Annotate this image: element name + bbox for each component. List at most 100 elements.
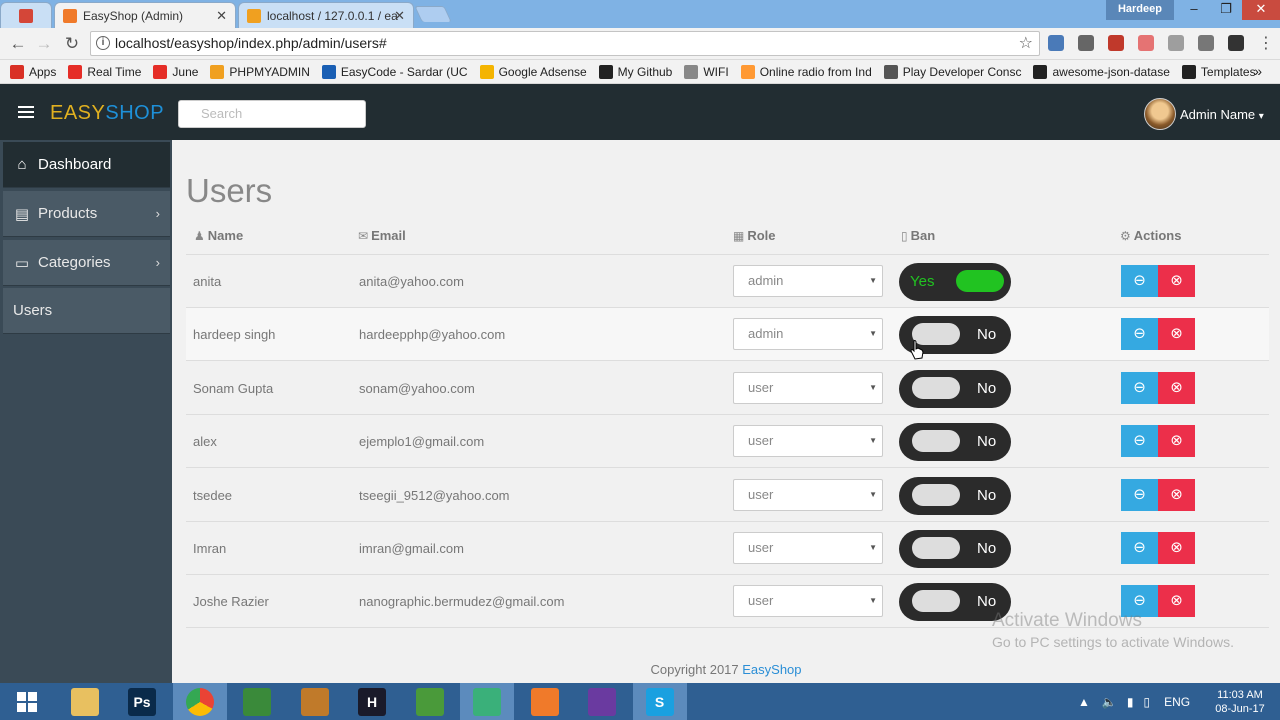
battery-icon[interactable]: ▯ [1143,695,1150,709]
ban-toggle[interactable]: No [899,530,1011,568]
taskbar-app[interactable] [460,683,514,720]
bookmark-item[interactable]: Online radio from Ind [740,64,872,79]
ban-user-button[interactable]: ⊖ [1121,479,1158,511]
reload-icon[interactable]: ↻ [62,34,82,54]
taskbar-app[interactable] [518,683,572,720]
close-icon[interactable]: ✕ [394,8,405,24]
footer-brand-link[interactable]: EasyShop [742,662,801,677]
extension-badge-icon[interactable] [1228,35,1244,51]
signal-icon[interactable]: ▮ [1127,695,1134,709]
bookmark-item[interactable]: Real Time [68,64,141,79]
bookmark-item[interactable]: Google Adsense [479,64,587,79]
ban-user-button[interactable]: ⊖ [1121,265,1158,297]
back-icon[interactable]: ← [8,34,28,54]
site-info-icon[interactable]: i [96,36,110,50]
tab-easyshop-admin[interactable]: EasyShop (Admin) ✕ [54,2,236,28]
window-close-icon[interactable]: ✕ [1242,0,1280,20]
sidebar-item-categories[interactable]: ▭ Categories › [3,240,170,286]
taskbar-app[interactable] [58,683,112,720]
taskbar-app[interactable]: H [345,683,399,720]
ban-toggle[interactable]: No [899,477,1011,515]
column-header-email[interactable]: ✉ Email [358,228,406,243]
extension-v-icon[interactable] [1198,35,1214,51]
volume-icon[interactable]: 🔈 [1102,695,1117,709]
sidebar-item-products[interactable]: ▤ Products › [3,191,170,237]
extension-pen-icon[interactable] [1048,35,1064,51]
bookmark-star-icon[interactable]: ☆ [1019,32,1033,55]
taskbar-app[interactable] [0,683,54,720]
tab-phpmyadmin[interactable]: localhost / 127.0.0.1 / ea ✕ [238,2,414,28]
column-header-name[interactable]: ♟ Name [194,228,243,243]
menu-icon[interactable]: ⋮ [1256,34,1276,54]
role-select[interactable]: user ▼ [733,479,883,511]
bookmark-item[interactable]: awesome-json-datase [1033,64,1170,79]
extension-red-icon[interactable] [1108,35,1124,51]
taskbar-app[interactable] [172,683,227,720]
column-header-ban[interactable]: ▯ Ban [901,228,935,243]
bookmark-item[interactable]: PHPMYADMIN [210,64,310,79]
role-select[interactable]: user ▼ [733,585,883,617]
role-select[interactable]: admin ▼ [733,265,883,297]
sidebar-item-users[interactable]: Users [3,288,170,334]
role-select[interactable]: user ▼ [733,372,883,404]
profile-button[interactable]: Hardeep [1105,0,1174,20]
sidebar-item-dashboard[interactable]: ⌂ Dashboard [3,142,170,188]
chevron-down-icon: ▼ [869,383,877,392]
taskbar-app[interactable] [403,683,457,720]
ban-user-button[interactable]: ⊖ [1121,372,1158,404]
ban-user-button[interactable]: ⊖ [1121,532,1158,564]
column-header-role[interactable]: ▦ Role [733,228,776,243]
delete-user-button[interactable]: ⊗ [1158,532,1195,564]
bookmark-item[interactable]: Apps [10,64,56,79]
search-input[interactable]: Search [178,100,366,128]
youtube-icon [68,64,83,79]
taskbar-app[interactable] [230,683,284,720]
bookmark-item[interactable]: WIFI [684,64,729,79]
taskbar-app[interactable]: Ps [115,683,169,720]
taskbar-clock[interactable]: 11:03 AM 08-Jun-17 [1208,688,1272,716]
brand-logo[interactable]: EASYSHOP [50,102,164,125]
extension-squiggle-icon[interactable] [1138,35,1154,51]
close-icon[interactable]: ✕ [216,8,227,24]
hamburger-menu-icon[interactable] [18,106,34,120]
delete-user-button[interactable]: ⊗ [1158,318,1195,350]
bookmark-item[interactable]: Play Developer Consc [883,64,1021,79]
taskbar-app[interactable] [288,683,342,720]
apps-grid-icon [10,64,24,79]
ban-user-button[interactable]: ⊖ [1121,425,1158,457]
delete-user-button[interactable]: ⊗ [1158,585,1195,617]
role-select[interactable]: user ▼ [733,425,883,457]
ban-toggle[interactable]: No [899,370,1011,408]
tray-up-arrow-icon[interactable]: ▲ [1078,695,1090,709]
delete-user-button[interactable]: ⊗ [1158,425,1195,457]
taskbar-app[interactable] [575,683,629,720]
bookmark-item[interactable]: EasyCode - Sardar (UC [321,64,468,79]
admin-menu[interactable]: Admin Name ▾ [1180,107,1264,122]
user-name: hardeep singh [193,327,276,342]
extension-sparkle-icon[interactable] [1078,35,1094,51]
delete-user-button[interactable]: ⊗ [1158,265,1195,297]
extension-grey-icon[interactable] [1168,35,1184,51]
ban-toggle[interactable]: Yes [899,263,1011,301]
language-indicator[interactable]: ENG [1164,695,1190,709]
minimize-icon[interactable]: – [1178,0,1210,20]
role-select[interactable]: admin ▼ [733,318,883,350]
bookmark-item[interactable]: Templates [1181,64,1256,79]
ban-toggle[interactable]: No [899,423,1011,461]
bookmarks-overflow-icon[interactable]: » [1254,63,1262,79]
system-tray: ▲ 🔈 ▮ ▯ ENG [1078,683,1190,720]
avatar[interactable] [1144,98,1176,130]
role-select[interactable]: user ▼ [733,532,883,564]
delete-user-button[interactable]: ⊗ [1158,372,1195,404]
xampp-icon [530,687,559,716]
taskbar-app[interactable]: S [632,683,687,720]
address-bar[interactable]: i localhost/easyshop/index.php/admin/use… [90,31,1040,56]
tab-gmail[interactable] [0,2,52,28]
bookmark-item[interactable]: My Github [598,64,672,79]
bookmark-item[interactable]: June [153,64,198,79]
ban-user-button[interactable]: ⊖ [1121,318,1158,350]
new-tab-button[interactable] [414,6,452,22]
delete-user-button[interactable]: ⊗ [1158,479,1195,511]
maximize-icon[interactable]: ❐ [1210,0,1242,20]
forward-icon[interactable]: → [34,34,54,54]
